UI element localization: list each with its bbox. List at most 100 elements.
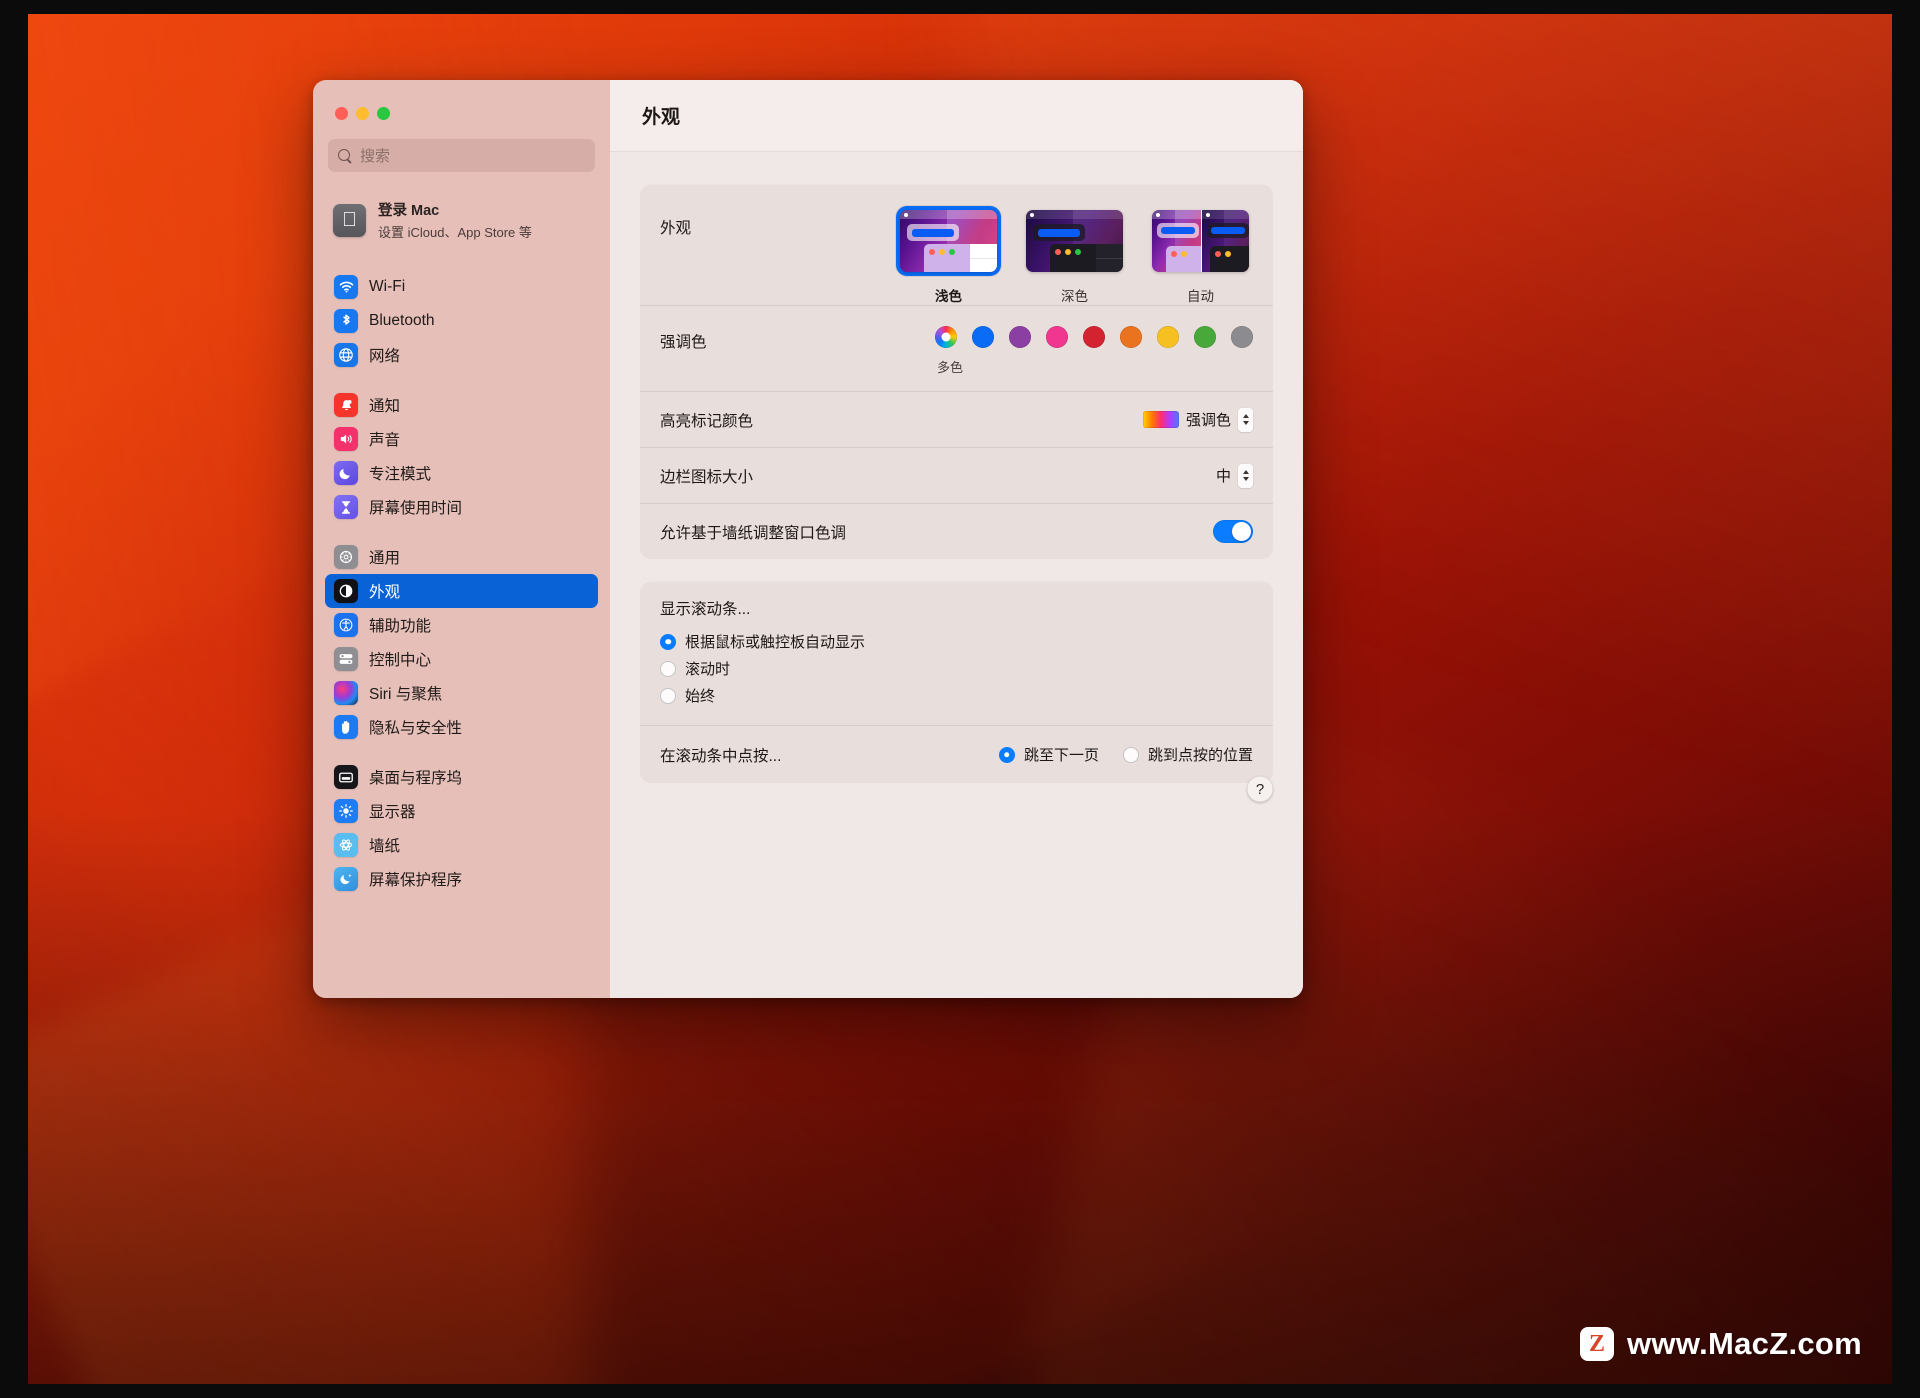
sidebar-item-network[interactable]: 网络 [325, 338, 598, 372]
appearance-settings-body: 外观 浅色 深色 自动 强调色 多色 高亮标记颜色 强调色 边栏图标大小 中 允… [610, 152, 1303, 998]
scrollbar-option-auto[interactable]: 根据鼠标或触控板自动显示 [660, 628, 1253, 655]
sidebar-item-label: 通用 [369, 550, 401, 567]
accent-swatch-red[interactable] [1083, 326, 1105, 348]
sidebar-icon-size-row: 边栏图标大小 中 [640, 447, 1273, 503]
accent-row-label: 强调色 [660, 334, 707, 351]
sidebar-item-focus[interactable]: 专注模式 [325, 456, 598, 490]
highlight-color-row: 高亮标记颜色 强调色 [640, 391, 1273, 447]
radio-button [660, 660, 676, 677]
sidebar-item-label: 墙纸 [369, 838, 401, 855]
minimize-button[interactable] [356, 107, 369, 120]
sidebar-item-label: 屏幕保护程序 [369, 872, 463, 889]
click-scrollbar-option-jump-to-spot[interactable]: 跳到点按的位置 [1122, 744, 1253, 765]
scrollbar-card: 显示滚动条... 根据鼠标或触控板自动显示 滚动时 始终 在滚动条中点按... … [640, 581, 1273, 783]
accent-swatch-pink[interactable] [1046, 326, 1068, 348]
highlight-color-preview [1142, 411, 1179, 428]
siri-icon [334, 681, 358, 705]
appearance-icon [334, 579, 358, 603]
sidebar-item-notifications[interactable]: 通知 [325, 388, 598, 422]
accent-swatch-graphite[interactable] [1231, 326, 1253, 348]
moon-icon [334, 461, 358, 485]
appearance-option-auto[interactable]: 自动 [1148, 206, 1253, 305]
radio-button [660, 633, 676, 650]
sidebar-item-label: Siri 与聚焦 [369, 686, 443, 703]
accent-swatch-multicolor[interactable] [935, 326, 957, 348]
sidebar-item-screensaver[interactable]: 屏幕保护程序 [325, 862, 598, 896]
sidebar-group-network: Wi-Fi Bluetooth 网络 [313, 270, 610, 372]
accessibility-icon [334, 613, 358, 637]
appearance-option-label: 深色 [1061, 289, 1088, 304]
accent-swatch-blue[interactable] [972, 326, 994, 348]
sidebar-item-displays[interactable]: 显示器 [325, 794, 598, 828]
sidebar-item-label: Bluetooth [369, 312, 435, 329]
appearance-option-dark[interactable]: 深色 [1022, 206, 1127, 305]
sidebar-item-privacy-security[interactable]: 隐私与安全性 [325, 710, 598, 744]
sidebar-item-screen-time[interactable]: 屏幕使用时间 [325, 490, 598, 524]
accent-swatch-green[interactable] [1194, 326, 1216, 348]
sidebar-icon-size-popup-button[interactable]: 中 [1216, 463, 1253, 488]
appearance-mode-row: 外观 浅色 深色 自动 [640, 184, 1273, 305]
sidebar-item-label: Wi-Fi [369, 278, 406, 295]
search-placeholder: 搜索 [360, 148, 391, 165]
click-scrollbar-option-next-page[interactable]: 跳至下一页 [998, 744, 1099, 765]
wallpaper-tint-row: 允许基于墙纸调整窗口色调 [640, 503, 1273, 559]
click-scrollbar-label: 在滚动条中点按... [660, 747, 782, 765]
search-input[interactable]: 搜索 [328, 139, 595, 172]
desktop-dock-icon [334, 765, 358, 789]
sidebar-item-label: 桌面与程序坞 [369, 770, 463, 787]
light-mode-thumbnail [900, 210, 997, 272]
screensaver-icon [334, 867, 358, 891]
watermark-text: www.MacZ.com [1627, 1326, 1862, 1361]
accent-swatch-orange[interactable] [1120, 326, 1142, 348]
sidebar: 搜索  登录 Mac 设置 iCloud、App Store 等 Wi-Fi … [313, 80, 610, 998]
wifi-icon [334, 275, 358, 299]
sidebar-item-label: 专注模式 [369, 466, 432, 483]
content-pane: 外观 外观 浅色 深色 自动 强调色 多色 高亮标记颜色 强调色 边栏图标大小 … [610, 80, 1303, 998]
sidebar-item-accessibility[interactable]: 辅助功能 [325, 608, 598, 642]
close-button[interactable] [335, 107, 348, 120]
sidebar-item-label: 屏幕使用时间 [369, 500, 463, 517]
site-watermark: Z www.MacZ.com [1580, 1326, 1862, 1362]
sidebar-item-general[interactable]: 通用 [325, 540, 598, 574]
sidebar-item-label: 外观 [369, 584, 401, 601]
show-scrollbar-title: 显示滚动条... [660, 601, 751, 618]
control-center-icon [334, 647, 358, 671]
accent-color-row: 强调色 多色 [640, 305, 1273, 391]
scrollbar-option-when-scrolling[interactable]: 滚动时 [660, 655, 1253, 682]
bluetooth-icon [334, 309, 358, 333]
sidebar-item-label: 辅助功能 [369, 618, 432, 635]
sidebar-item-wifi[interactable]: Wi-Fi [325, 270, 598, 304]
brightness-icon [334, 799, 358, 823]
bell-icon [334, 393, 358, 417]
appearance-mode-options: 浅色 深色 自动 [896, 206, 1253, 305]
appearance-option-label: 自动 [1187, 289, 1214, 304]
sidebar-item-control-center[interactable]: 控制中心 [325, 642, 598, 676]
sidebar-item-label: 控制中心 [369, 652, 432, 669]
sidebar-item-siri-spotlight[interactable]: Siri 与聚焦 [325, 676, 598, 710]
sign-in-account-row[interactable]:  登录 Mac 设置 iCloud、App Store 等 [325, 192, 598, 248]
page-title: 外观 [642, 107, 681, 128]
appearance-option-light[interactable]: 浅色 [896, 206, 1001, 305]
radio-button [998, 746, 1015, 763]
account-title: 登录 Mac [378, 203, 440, 219]
scrollbar-option-always[interactable]: 始终 [660, 682, 1253, 709]
radio-button [1122, 746, 1139, 763]
click-scrollbar-option-label: 跳到点按的位置 [1147, 747, 1253, 764]
accent-swatch-purple[interactable] [1009, 326, 1031, 348]
zoom-button[interactable] [377, 107, 390, 120]
window-controls [313, 80, 610, 120]
accent-swatch-yellow[interactable] [1157, 326, 1179, 348]
sidebar-item-sound[interactable]: 声音 [325, 422, 598, 456]
globe-icon [334, 343, 358, 367]
account-subtitle: 设置 iCloud、App Store 等 [378, 225, 532, 240]
help-button[interactable]: ? [1247, 776, 1273, 802]
sidebar-item-desktop-dock[interactable]: 桌面与程序坞 [325, 760, 598, 794]
wallpaper-icon [334, 833, 358, 857]
sidebar-item-appearance[interactable]: 外观 [325, 574, 598, 608]
wallpaper-tint-toggle[interactable] [1213, 520, 1253, 543]
sidebar-item-bluetooth[interactable]: Bluetooth [325, 304, 598, 338]
highlight-color-popup-button[interactable]: 强调色 [1142, 407, 1253, 432]
appearance-card: 外观 浅色 深色 自动 强调色 多色 高亮标记颜色 强调色 边栏图标大小 中 允… [640, 184, 1273, 559]
sidebar-item-wallpaper[interactable]: 墙纸 [325, 828, 598, 862]
chevron-updown-icon [1238, 463, 1253, 488]
